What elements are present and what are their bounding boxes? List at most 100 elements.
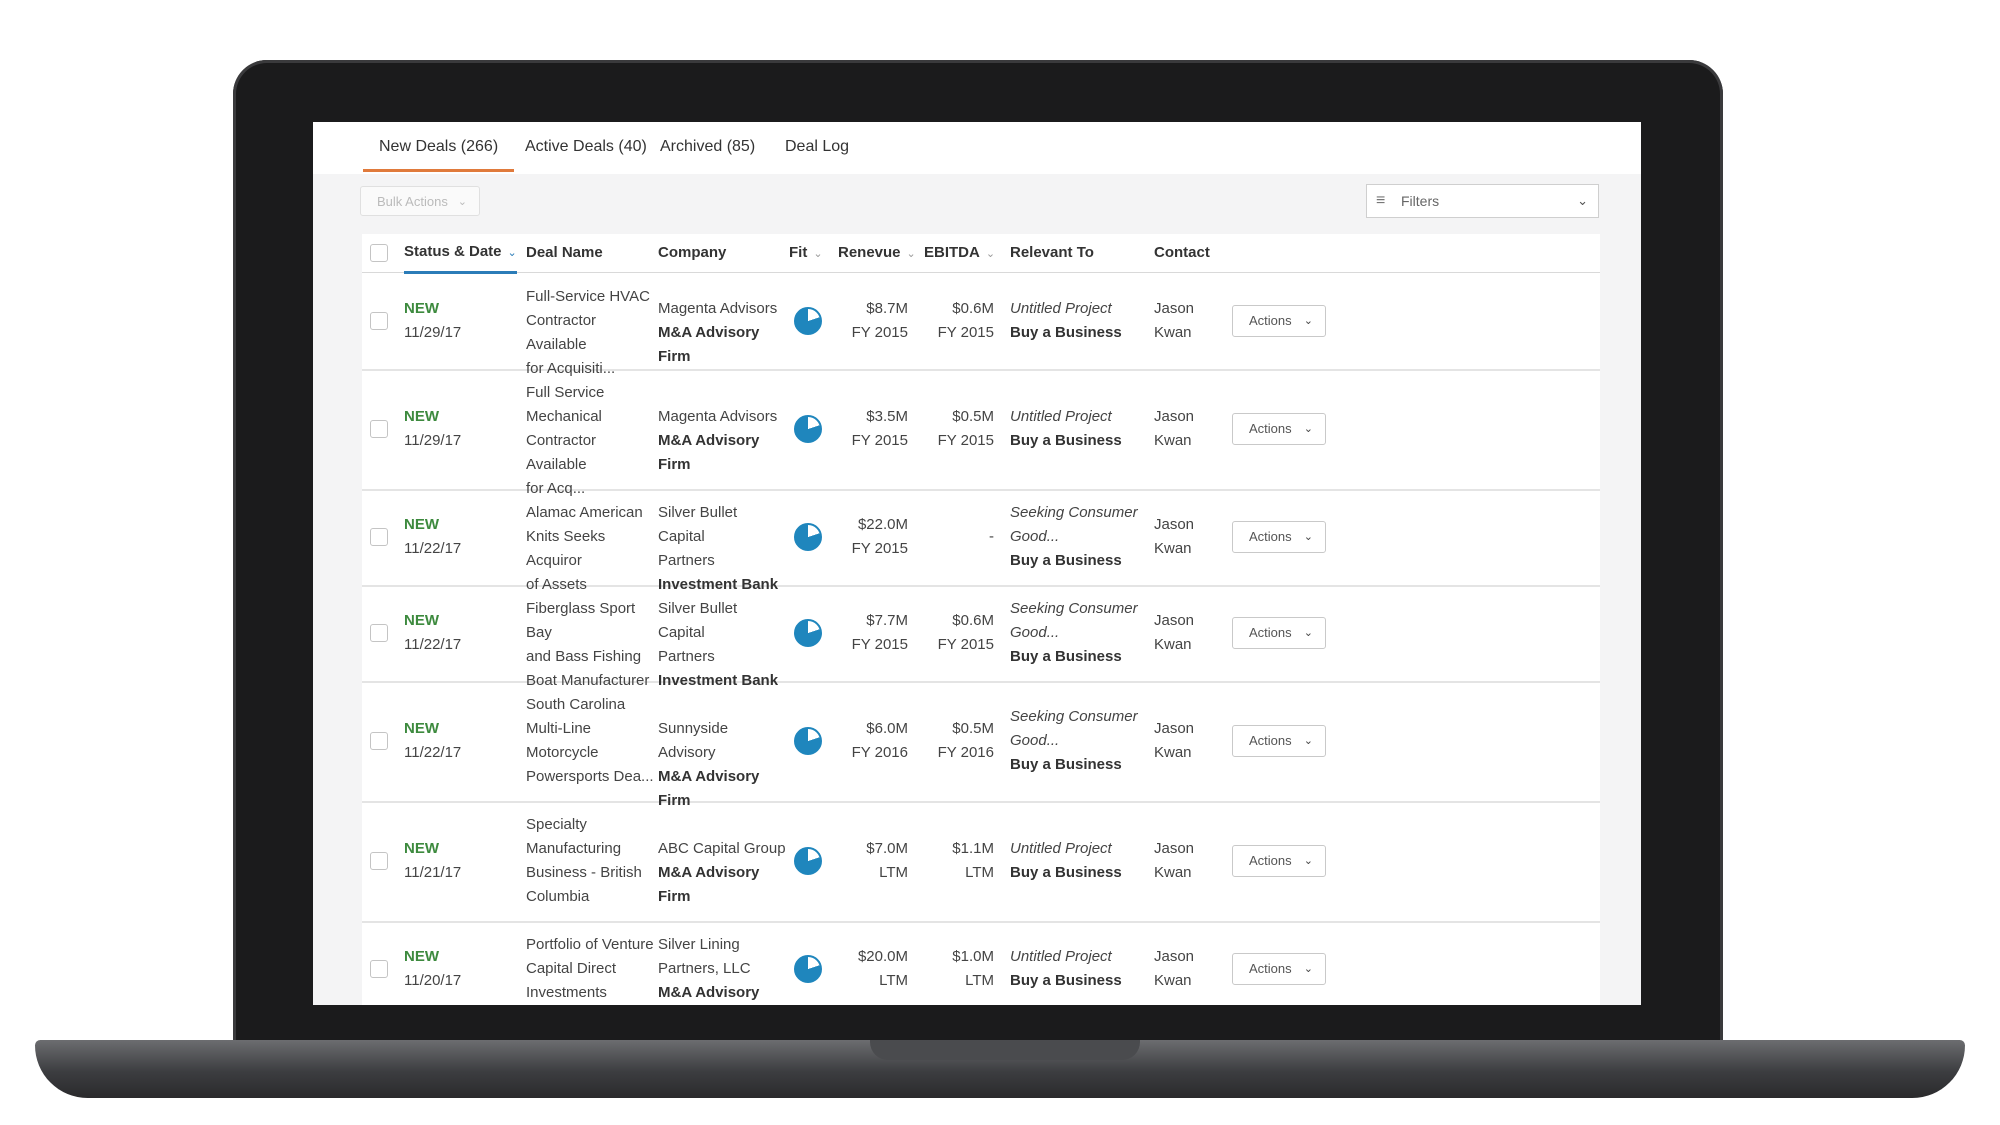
revenue-line: $7.0M	[866, 840, 908, 857]
relevant-to: Untitled Project Buy a Business	[1010, 837, 1145, 885]
deal-name-line: Knits Seeks Acquiror	[526, 528, 606, 569]
actions-label: Actions	[1249, 853, 1292, 868]
row-checkbox[interactable]	[370, 528, 388, 546]
deal-name: Specialty Manufacturing Business - British…	[526, 813, 656, 909]
status-date-line: 11/22/17	[404, 636, 462, 653]
ebitda: -	[924, 525, 994, 549]
chevron-down-icon: ⌄	[1303, 531, 1313, 543]
row-checkbox[interactable]	[370, 420, 388, 438]
select-all-checkbox[interactable]	[370, 244, 388, 262]
revenue-line: FY 2015	[851, 324, 908, 341]
revenue: $3.5M FY 2015	[838, 405, 908, 453]
contact-line: Kwan	[1154, 636, 1192, 653]
status-date: NEW 11/20/17	[404, 945, 514, 993]
chevron-down-icon: ⌄	[507, 247, 517, 259]
contact: Jason Kwan	[1154, 837, 1234, 885]
revenue-line: $7.7M	[866, 612, 908, 629]
status-date-line: NEW	[404, 720, 439, 737]
company-line: Partners	[658, 552, 715, 569]
header-relevant-to: Relevant To	[1010, 244, 1094, 261]
row-checkbox[interactable]	[370, 960, 388, 978]
row-actions-button[interactable]: Actions ⌄	[1232, 413, 1326, 445]
revenue: $8.7M FY 2015	[838, 297, 908, 345]
ebitda: $0.6M FY 2015	[924, 609, 994, 657]
status-date-line: 11/29/17	[404, 432, 462, 449]
table-row[interactable]: NEW 11/29/17 Full-Service HVAC Contractor A…	[362, 273, 1600, 377]
filters-dropdown[interactable]: ≡ Filters ⌄	[1366, 184, 1599, 218]
chevron-down-icon: ⌄	[1303, 735, 1313, 747]
revenue: $7.0M LTM	[838, 837, 908, 885]
company-line: M&A Advisory Firm	[658, 984, 760, 1001]
company-line: Silver Bullet Capital	[658, 504, 738, 545]
row-actions-button[interactable]: Actions ⌄	[1232, 617, 1326, 649]
company-line: M&A Advisory Firm	[658, 432, 760, 473]
table-row[interactable]: NEW 11/20/17 Portfolio of Venture Capital D…	[362, 921, 1600, 1005]
relevant-to-line: Buy a Business	[1010, 648, 1122, 665]
row-checkbox[interactable]	[370, 852, 388, 870]
chevron-down-icon: ⌄	[813, 248, 823, 260]
row-actions-button[interactable]: Actions ⌄	[1232, 725, 1326, 757]
company: Silver Bullet Capital Partners Investment …	[658, 501, 786, 597]
deal-name: Fiberglass Sport Bay and Bass Fishing Boat…	[526, 597, 656, 693]
header-ebitda[interactable]: EBITDA ⌄	[924, 234, 995, 273]
bulk-actions-button[interactable]: Bulk Actions ⌄	[360, 186, 480, 216]
relevant-to-line: Untitled Project	[1010, 300, 1112, 317]
status-date: NEW 11/22/17	[404, 717, 514, 765]
header-status-date[interactable]: Status & Date ⌄	[404, 234, 517, 274]
relevant-to: Untitled Project Buy a Business	[1010, 405, 1145, 453]
table-row[interactable]: NEW 11/22/17 South Carolina Multi-Line Motor…	[362, 681, 1600, 809]
ebitda-line: $0.6M	[952, 612, 994, 629]
status-date-line: 11/21/17	[404, 864, 462, 881]
company: Sunnyside Advisory M&A Advisory Firm	[658, 717, 786, 813]
header-revenue[interactable]: Renevue ⌄	[838, 234, 916, 273]
deal-name-line: and Bass Fishing	[526, 648, 642, 665]
row-actions-button[interactable]: Actions ⌄	[1232, 521, 1326, 553]
header-fit[interactable]: Fit ⌄	[789, 234, 823, 273]
tab-deal-log[interactable]: Deal Log	[769, 122, 865, 172]
bulk-actions-label: Bulk Actions	[377, 194, 448, 209]
header-fit-label: Fit	[789, 244, 808, 261]
tab-new-deals[interactable]: New Deals (266)	[363, 122, 515, 172]
ebitda-line: LTM	[965, 972, 994, 989]
row-actions-button[interactable]: Actions ⌄	[1232, 305, 1326, 337]
deal-name-line: Investments	[526, 984, 607, 1001]
fit-pie-icon	[794, 847, 822, 875]
ebitda: $0.5M FY 2016	[924, 717, 994, 765]
company-line: Magenta Advisors	[658, 408, 778, 425]
tab-archived[interactable]: Archived (85)	[644, 122, 771, 172]
row-checkbox[interactable]	[370, 732, 388, 750]
chevron-down-icon: ⌄	[1303, 423, 1313, 435]
table-row[interactable]: NEW 11/29/17 Full Service Mechanical Contrac…	[362, 369, 1600, 497]
row-actions-button[interactable]: Actions ⌄	[1232, 845, 1326, 877]
contact-line: Jason	[1154, 840, 1195, 857]
relevant-to: Untitled Project Buy a Business	[1010, 297, 1145, 345]
table-row[interactable]: NEW 11/22/17 Fiberglass Sport Bay and Bass …	[362, 585, 1600, 689]
revenue-line: FY 2015	[851, 540, 908, 557]
table-row[interactable]: NEW 11/22/17 Alamac American Knits Seeks Ac…	[362, 489, 1600, 593]
company-line: M&A Advisory Firm	[658, 864, 760, 905]
relevant-to-line: Good...	[1010, 732, 1060, 749]
relevant-to-line: Seeking Consumer	[1010, 600, 1138, 617]
chevron-down-icon: ⌄	[985, 248, 996, 260]
row-actions-button[interactable]: Actions ⌄	[1232, 953, 1326, 985]
table-row[interactable]: NEW 11/21/17 Specialty Manufacturing Busines…	[362, 801, 1600, 923]
deal-name-line: Full Service	[526, 384, 605, 401]
status-date-line: NEW	[404, 612, 439, 629]
row-checkbox[interactable]	[370, 312, 388, 330]
fit-pie-icon	[794, 523, 822, 551]
revenue-line: FY 2015	[851, 432, 908, 449]
deal-name-line: Fiberglass Sport Bay	[526, 600, 636, 641]
tab-active-deals[interactable]: Active Deals (40)	[509, 122, 663, 172]
deal-name-line: Contractor Available	[526, 312, 597, 353]
company-line: Magenta Advisors	[658, 300, 778, 317]
header-company: Company	[658, 244, 727, 261]
relevant-to-line: Good...	[1010, 528, 1060, 545]
deal-name-line: Multi-Line	[526, 720, 592, 737]
deal-name-line: Manufacturing	[526, 840, 622, 857]
row-checkbox[interactable]	[370, 624, 388, 642]
status-date: NEW 11/22/17	[404, 513, 514, 561]
contact: Jason Kwan	[1154, 717, 1234, 765]
deal-name-line: Capital Direct	[526, 960, 617, 977]
relevant-to-line: Buy a Business	[1010, 756, 1122, 773]
relevant-to-line: Seeking Consumer	[1010, 708, 1138, 725]
